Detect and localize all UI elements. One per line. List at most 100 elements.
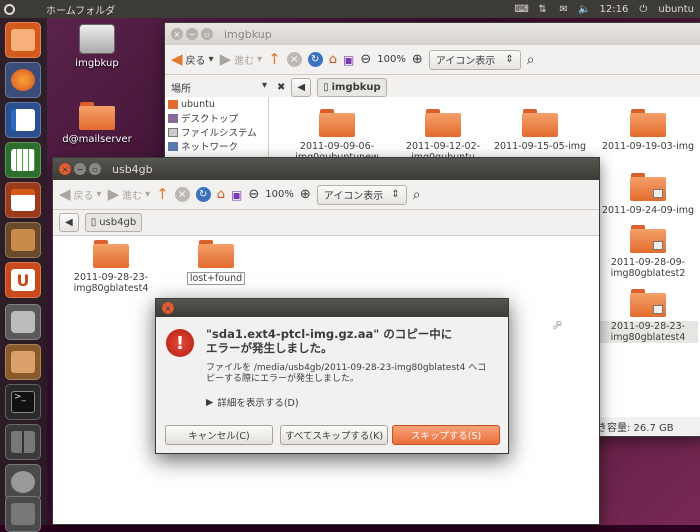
back-label: 戻る <box>73 191 94 202</box>
home-icon[interactable]: ⌂ <box>329 52 337 67</box>
folder-item[interactable]: 2011-09-28-09- img80gblatest2 <box>598 225 698 279</box>
minimize-icon[interactable]: − <box>186 28 198 40</box>
back-arrow-icon: ◀ <box>171 50 183 68</box>
sidebar-item-network[interactable]: ネットワーク <box>165 139 268 153</box>
details-expander[interactable]: ▶ 詳細を表示する(D) <box>206 395 299 410</box>
trash-launcher-icon[interactable] <box>5 496 41 532</box>
desktop-icon-label: d@mailserver <box>62 134 132 145</box>
drive-icon <box>79 24 115 54</box>
folder-item[interactable]: 2011-09-24-09-img <box>598 173 698 216</box>
close-icon[interactable]: × <box>59 163 71 175</box>
view-mode-select[interactable]: アイコン表示 ⇕ <box>428 49 521 70</box>
path-button-label: usb4gb <box>99 217 137 228</box>
desktop-icon-mailserver[interactable]: d@mailserver <box>52 102 142 145</box>
zoom-in-icon[interactable]: ⊕ <box>300 187 311 202</box>
view-mode-label: アイコン表示 <box>435 56 496 67</box>
forward-arrow-icon: ▶ <box>219 50 232 68</box>
update-manager-launcher-icon[interactable] <box>5 344 41 380</box>
folder-item[interactable]: 2011-09-15-05-img <box>490 109 590 152</box>
minimize-icon[interactable]: − <box>74 163 86 175</box>
volume-icon[interactable]: 🔈 <box>578 4 590 15</box>
ubuntu-logo-icon[interactable] <box>0 0 18 18</box>
search-icon[interactable]: ⌕ <box>413 187 421 203</box>
folder-icon <box>630 109 666 137</box>
disk-launcher-icon[interactable] <box>5 464 41 500</box>
sidebar-item-filesystem[interactable]: ファイルシステム <box>165 125 268 139</box>
search-icon[interactable]: ⌕ <box>527 52 535 68</box>
folder-item[interactable]: 2011-09-09-06-img0gubuntunew <box>287 109 387 163</box>
reload-icon[interactable]: ↻ <box>195 187 211 202</box>
path-button-usb4gb[interactable]: ▯ usb4gb <box>84 213 143 232</box>
path-left-button[interactable]: ◀ <box>59 213 79 232</box>
mail-icon[interactable]: ✉ <box>558 4 570 15</box>
stop-icon[interactable]: × <box>174 187 190 202</box>
maximize-icon[interactable]: ▫ <box>201 28 213 40</box>
path-button-imgbkup[interactable]: ▯ imgbkup <box>317 78 387 97</box>
calc-launcher-icon[interactable] <box>5 142 41 178</box>
power-icon[interactable]: ⏻ <box>637 4 649 15</box>
software-center-launcher-icon[interactable] <box>5 222 41 258</box>
folder-item-selected[interactable]: 2011-09-28-23- img80gblatest4 <box>598 289 698 343</box>
terminal-launcher-icon[interactable]: >_ <box>5 384 41 420</box>
folder-item[interactable]: lost+found <box>166 240 266 285</box>
stop-icon[interactable]: × <box>286 52 302 67</box>
close-icon[interactable]: × <box>162 302 174 314</box>
back-button[interactable]: ◀ 戻る ▾ <box>59 187 102 203</box>
folder-label: 2011-09-28-23- <box>598 321 698 332</box>
writer-launcher-icon[interactable] <box>5 102 41 138</box>
network-icon[interactable]: ⇅ <box>537 4 549 15</box>
zoom-level: 100% <box>377 54 406 65</box>
error-heading-line: エラーが発生しました。 <box>206 341 333 355</box>
up-button[interactable]: ↑ <box>156 187 169 202</box>
folder-item[interactable]: 2011-09-19-03-img <box>598 109 698 152</box>
impress-launcher-icon[interactable] <box>5 182 41 218</box>
view-mode-select[interactable]: アイコン表示 ⇕ <box>316 184 407 205</box>
folder-label: 2011-09-28-23- <box>73 272 149 283</box>
zoom-out-icon[interactable]: ⊖ <box>360 52 371 67</box>
zoom-out-icon[interactable]: ⊖ <box>248 187 259 202</box>
cancel-button[interactable]: キャンセル(C) <box>165 425 273 445</box>
sidebar-item-desktop[interactable]: デスクトップ <box>165 111 268 125</box>
home-folder-launcher-icon[interactable] <box>5 22 41 58</box>
firefox-launcher-icon[interactable] <box>5 62 41 98</box>
desktop-icon <box>168 113 178 123</box>
camera-launcher-icon[interactable] <box>5 304 41 340</box>
ubuntu-one-launcher-icon[interactable]: U <box>5 262 41 298</box>
skip-all-button[interactable]: すべてスキップする(K) <box>280 425 388 445</box>
path-bar: ◀ ▯ usb4gb <box>53 210 599 236</box>
home-icon[interactable]: ⌂ <box>217 187 225 202</box>
error-message-line: ピーする際にエラーが発生しました。 <box>206 374 360 384</box>
folder-label: 2011-09-09-06- <box>299 141 375 152</box>
folder-item[interactable]: 2011-09-28-23- img80gblatest4 <box>61 240 161 294</box>
path-left-button[interactable]: ◀ <box>291 78 312 97</box>
close-icon[interactable]: × <box>171 28 183 40</box>
close-sidebar-icon[interactable]: ✖ <box>277 82 285 93</box>
clock[interactable]: 12:16 <box>600 4 629 15</box>
window-titlebar[interactable]: × − ▫ imgbkup <box>165 23 700 45</box>
folder-icon <box>319 109 355 137</box>
up-button[interactable]: ↑ <box>268 52 281 67</box>
folder-label: 2011-09-19-03-img <box>601 141 695 152</box>
user-name[interactable]: ubuntu <box>658 4 694 15</box>
window-titlebar[interactable]: × − ▫ usb4gb <box>53 158 599 180</box>
dialog-titlebar[interactable]: × <box>156 299 508 317</box>
maximize-icon[interactable]: ▫ <box>89 163 101 175</box>
network-icon <box>168 141 178 151</box>
computer-icon[interactable]: ▣ <box>343 53 354 67</box>
back-button[interactable]: ◀ 戻る ▾ <box>171 50 214 68</box>
error-heading: "sda1.ext4-ptcl-img.gz.aa" のコピー中に エラーが発生… <box>206 327 452 355</box>
up-arrow-icon: ↑ <box>156 185 169 203</box>
window-title: usb4gb <box>112 162 153 176</box>
desktop-icon-imgbkup[interactable]: imgbkup <box>52 24 142 69</box>
sidebar-item-ubuntu[interactable]: ubuntu <box>165 97 268 111</box>
computer-icon[interactable]: ▣ <box>231 188 242 202</box>
keyboard-icon[interactable]: ⌨ <box>514 4 528 15</box>
forward-button[interactable]: ▶ 進む ▾ <box>108 187 151 203</box>
folder-item[interactable]: 2011-09-12-02-img0gubuntu <box>393 109 493 163</box>
forward-button[interactable]: ▶ 進む ▾ <box>219 50 263 68</box>
skip-button[interactable]: スキップする(S) <box>392 425 500 445</box>
zoom-in-icon[interactable]: ⊕ <box>412 52 423 67</box>
reload-icon[interactable]: ↻ <box>307 52 323 67</box>
workspace-switcher-launcher-icon[interactable] <box>5 424 41 460</box>
chevron-down-icon[interactable]: ▾ <box>262 80 267 95</box>
